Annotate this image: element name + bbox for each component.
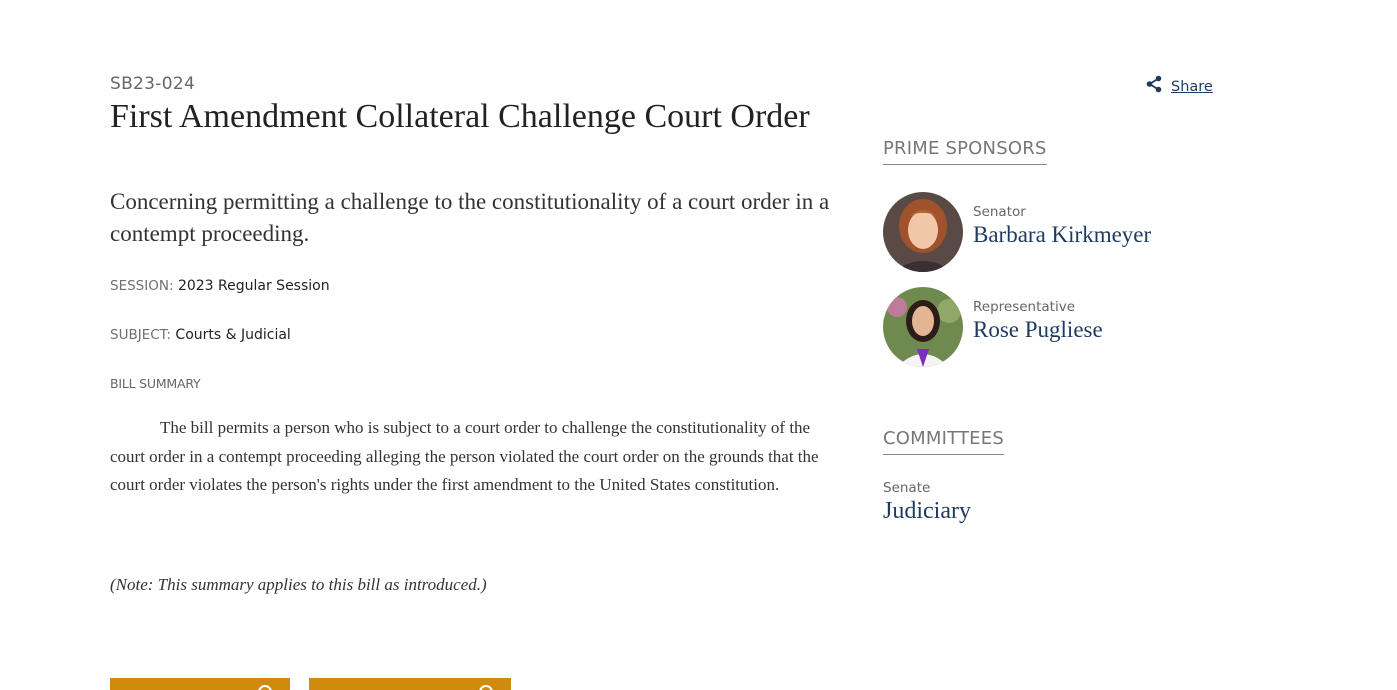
sponsor-role: Representative [973, 299, 1076, 315]
sponsor-text: Senator Barbara Kirkmeyer [973, 204, 1151, 248]
circle-icon [479, 685, 493, 690]
share-label: Share [1171, 78, 1213, 95]
subject-value: Courts & Judicial [175, 327, 291, 343]
subject-label: SUBJECT: [110, 327, 171, 343]
committee-link[interactable]: Judiciary [883, 498, 971, 525]
summary-note: (Note: This summary applies to this bill… [110, 575, 487, 594]
sponsor-name-link[interactable]: Barbara Kirkmeyer [973, 222, 1151, 248]
share-link[interactable]: Share [1145, 75, 1213, 98]
summary-text: The bill permits a person who is subject… [110, 418, 819, 495]
action-button-1[interactable] [110, 678, 290, 690]
sponsor-text: Representative Rose Pugliese [973, 299, 1103, 343]
avatar [883, 192, 963, 272]
page-title: First Amendment Collateral Challenge Cou… [110, 98, 810, 135]
avatar [883, 287, 963, 367]
prime-sponsors-heading: PRIME SPONSORS [883, 138, 1047, 165]
bill-id: SB23-024 [110, 74, 196, 94]
circle-icon [258, 685, 272, 690]
session-label: SESSION: [110, 278, 174, 294]
sponsor-card[interactable]: Representative Rose Pugliese [883, 287, 1103, 367]
sponsor-role: Senator [973, 204, 1026, 220]
committee-chamber: Senate [883, 480, 931, 496]
share-icon [1145, 75, 1163, 98]
session-value: 2023 Regular Session [177, 278, 330, 294]
sponsor-card[interactable]: Senator Barbara Kirkmeyer [883, 192, 1151, 272]
session-row: SESSION: 2023 Regular Session [110, 278, 330, 294]
summary-heading: BILL SUMMARY [110, 376, 201, 391]
sponsor-name-link[interactable]: Rose Pugliese [973, 317, 1103, 343]
bill-subtitle: Concerning permitting a challenge to the… [110, 189, 830, 246]
action-button-2[interactable] [309, 678, 511, 690]
committees-heading: COMMITTEES [883, 428, 1004, 455]
subject-row: SUBJECT: Courts & Judicial [110, 327, 291, 343]
